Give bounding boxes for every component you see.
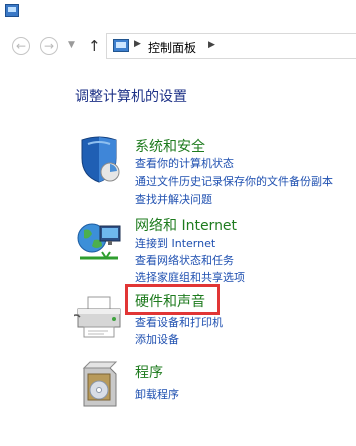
- address-bar[interactable]: ▶ 控制面板 ▶: [106, 33, 356, 59]
- highlight-box: [125, 284, 220, 315]
- navigation-bar: ← → ▼ ↑ ▶ 控制面板 ▶: [0, 30, 356, 62]
- link-uninstall-program[interactable]: 卸载程序: [135, 386, 179, 402]
- link-view-computer-status[interactable]: 查看你的计算机状态: [135, 155, 234, 171]
- control-panel-icon: [113, 39, 129, 52]
- programs-box-icon[interactable]: [74, 360, 124, 410]
- back-arrow-icon[interactable]: ←: [12, 37, 30, 55]
- page-title: 调整计算机的设置: [75, 89, 187, 105]
- link-add-device[interactable]: 添加设备: [135, 331, 179, 347]
- category-title-programs[interactable]: 程序: [135, 362, 163, 382]
- network-globe-icon[interactable]: [74, 216, 124, 266]
- category-title-system-security[interactable]: 系统和安全: [135, 136, 205, 156]
- up-arrow-icon[interactable]: ↑: [88, 37, 101, 55]
- category-title-network-internet[interactable]: 网络和 Internet: [135, 215, 237, 235]
- breadcrumb-separator-icon[interactable]: ▶: [208, 40, 215, 50]
- control-panel-app-icon[interactable]: [5, 4, 19, 17]
- link-file-history-backup[interactable]: 通过文件历史记录保存你的文件备份副本: [135, 173, 333, 189]
- link-connect-internet[interactable]: 连接到 Internet: [135, 235, 215, 251]
- link-devices-printers[interactable]: 查看设备和打印机: [135, 314, 223, 330]
- forward-arrow-icon[interactable]: →: [40, 37, 58, 55]
- breadcrumb-control-panel[interactable]: 控制面板: [148, 39, 196, 56]
- link-homegroup-sharing[interactable]: 选择家庭组和共享选项: [135, 269, 245, 285]
- link-troubleshoot[interactable]: 查找并解决问题: [135, 191, 212, 207]
- recent-locations-chevron-icon[interactable]: ▼: [68, 40, 75, 50]
- printer-icon[interactable]: [74, 293, 124, 343]
- shield-icon[interactable]: [74, 134, 124, 184]
- title-bar: [0, 0, 356, 26]
- link-network-status-tasks[interactable]: 查看网络状态和任务: [135, 252, 234, 268]
- breadcrumb-separator-icon[interactable]: ▶: [134, 39, 141, 49]
